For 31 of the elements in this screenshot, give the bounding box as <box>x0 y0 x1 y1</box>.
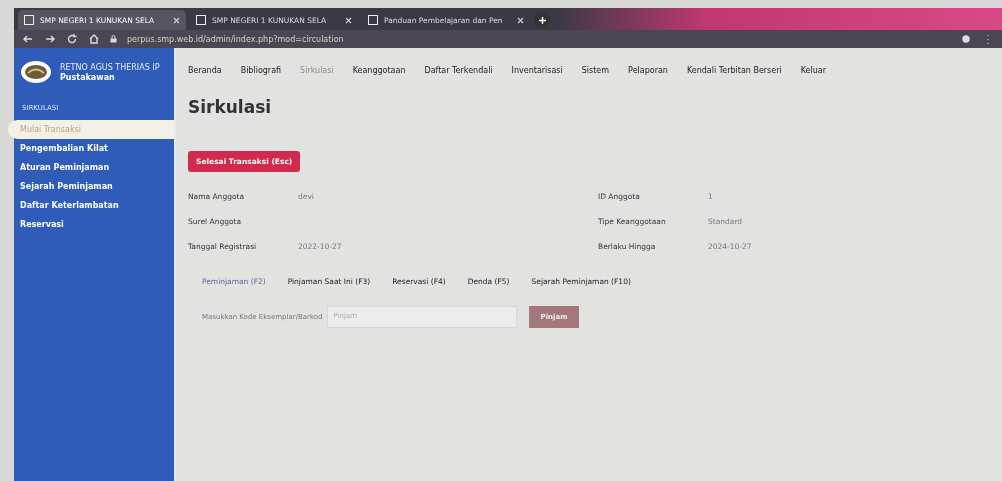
close-icon[interactable] <box>517 16 524 24</box>
nav-link[interactable]: Pelaporan <box>628 66 668 75</box>
close-icon[interactable] <box>173 16 180 24</box>
page-icon <box>196 15 206 25</box>
back-icon[interactable] <box>22 33 34 45</box>
sidebar-item[interactable]: Daftar Keterlambatan <box>14 196 174 215</box>
nav-link[interactable]: Beranda <box>188 66 222 75</box>
sidebar-item[interactable]: Pengembalian Kilat <box>14 139 174 158</box>
page-icon <box>368 15 378 25</box>
nav-link[interactable]: Keluar <box>800 66 826 75</box>
lock-icon <box>110 35 117 43</box>
nav-link[interactable]: Inventarisasi <box>511 66 563 75</box>
user-role: Pustakawan <box>60 72 116 82</box>
library-logo <box>20 60 52 84</box>
nav-link[interactable]: Keanggotaan <box>352 66 406 75</box>
page-title: Sirkulasi <box>188 97 272 117</box>
sidebar-item[interactable]: Reservasi <box>14 215 174 234</box>
user-name: RETNO AGUS THERIAS IP <box>60 62 160 73</box>
nav-link[interactable]: Sistem <box>581 66 610 75</box>
new-tab-icon[interactable] <box>534 12 550 28</box>
page-icon <box>24 15 34 25</box>
home-icon[interactable] <box>88 33 100 45</box>
nav-link[interactable]: Daftar Terkendali <box>424 66 493 75</box>
forward-icon[interactable] <box>44 33 56 45</box>
sidebar-item[interactable]: Aturan Peminjaman <box>14 158 174 177</box>
close-icon[interactable] <box>345 16 352 24</box>
sidebar-item[interactable]: Sejarah Peminjaman <box>14 177 174 196</box>
nav-link[interactable]: Kendali Terbitan Berseri <box>686 66 782 75</box>
reload-icon[interactable] <box>66 33 78 45</box>
address-bar[interactable]: perpus.smp.web.id/admin/index.php?mod=circulation <box>127 34 344 44</box>
nav-link[interactable]: Bibliografi <box>240 66 282 75</box>
